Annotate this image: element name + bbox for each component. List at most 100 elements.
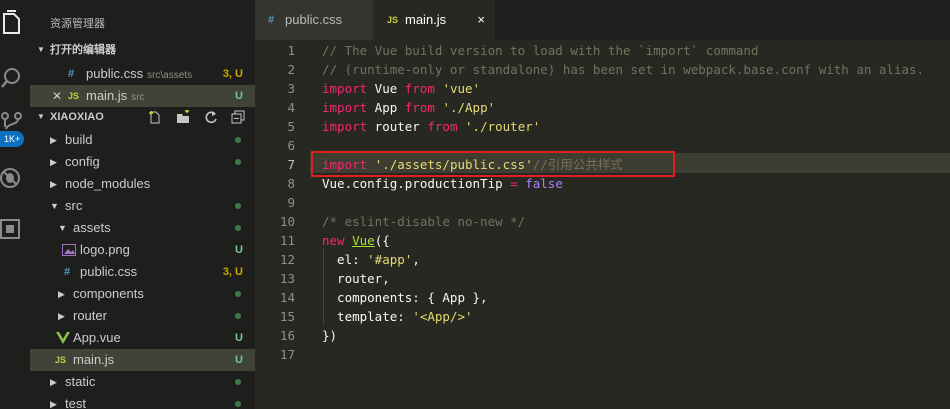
line-number: 16 (279, 328, 295, 343)
chevron-right-icon: ▶ (50, 179, 57, 189)
code-token: router, (322, 271, 390, 286)
code-token: // (runtime-only or standalone) has been… (322, 62, 925, 77)
status-dot (235, 203, 241, 209)
code-token: ({ (374, 233, 390, 248)
code-token: Vue (352, 233, 375, 248)
open-editor-item[interactable]: # public.css src\assets 3, U (30, 63, 255, 85)
code-token: , (412, 252, 420, 267)
tab-public-css[interactable]: # public.css (255, 0, 373, 40)
code-line: new Vue({ (322, 231, 390, 250)
code-line: components: { App }, (322, 288, 488, 307)
tab-main-js[interactable]: JS main.js × (373, 0, 495, 40)
line-number: 13 (279, 271, 295, 286)
line-number: 1 (287, 43, 295, 58)
open-editors-header[interactable]: ▼ 打开的编辑器 (30, 40, 255, 60)
refresh-icon[interactable] (204, 110, 218, 124)
tree-item-main-js[interactable]: JS main.js U (30, 349, 255, 371)
chevron-right-icon: ▶ (50, 135, 57, 145)
code-token: template: (322, 309, 413, 324)
chevron-down-icon: ▼ (37, 45, 45, 54)
line-number: 9 (287, 195, 295, 210)
line-number: 15 (279, 309, 295, 324)
open-editor-name: main.js (86, 88, 128, 103)
search-icon[interactable] (0, 64, 24, 92)
css-file-icon: # (68, 68, 75, 80)
vue-file-icon (56, 327, 70, 349)
code-line: // The Vue build version to load with th… (322, 41, 759, 60)
line-number: 14 (279, 290, 295, 305)
code-line: el: '#app', (322, 250, 420, 269)
close-icon[interactable]: ✕ (52, 85, 62, 107)
git-status: 3, U (222, 266, 243, 278)
line-number: 11 (279, 233, 295, 248)
code-token: './App' (442, 100, 496, 115)
tree-item-components[interactable]: ▶ components (30, 283, 255, 305)
code-line: /* eslint-disable no-new */ (322, 212, 525, 231)
line-number: 2 (287, 62, 295, 77)
tree-item-node-modules[interactable]: ▶ node_modules (30, 173, 255, 195)
collapse-all-icon[interactable] (231, 110, 245, 124)
tree-item-router[interactable]: ▶ router (30, 305, 255, 327)
code-token: new (322, 233, 345, 248)
line-number: 8 (287, 176, 295, 191)
chevron-right-icon: ▶ (58, 311, 65, 321)
code-token: false (525, 176, 563, 191)
tree-item-build[interactable]: ▶ build (30, 129, 255, 151)
tree-item-assets[interactable]: ▼ assets (30, 217, 255, 239)
tree-item-src[interactable]: ▼ src (30, 195, 255, 217)
open-editor-path: src\assets (147, 70, 193, 81)
code-line: import Vue from 'vue' (322, 79, 480, 98)
code-token: Vue (367, 81, 405, 96)
line-number: 17 (279, 347, 295, 362)
new-folder-icon[interactable] (176, 109, 190, 124)
debug-icon[interactable] (0, 164, 24, 192)
js-file-icon: JS (68, 91, 80, 101)
tree-item-test[interactable]: ▶ test (30, 393, 255, 409)
code-token: '#app' (367, 252, 413, 267)
status-dot (235, 401, 241, 407)
tree-item-public-css[interactable]: # public.css 3, U (30, 261, 255, 283)
code-token: from (404, 100, 435, 115)
chevron-down-icon: ▼ (37, 112, 45, 121)
code-token: from (404, 81, 435, 96)
tree-item-config[interactable]: ▶ config (30, 151, 255, 173)
tree-item-logo-png[interactable]: logo.png U (30, 239, 255, 261)
code-line: // (runtime-only or standalone) has been… (322, 60, 924, 79)
status-dot (235, 379, 241, 385)
line-number: 6 (287, 138, 295, 153)
code-token: import (322, 119, 368, 134)
status-dot (235, 313, 241, 319)
code-line: import router from './router' (322, 117, 540, 136)
code-token: import (322, 81, 368, 96)
extensions-icon[interactable] (0, 214, 24, 242)
chevron-right-icon: ▶ (50, 377, 57, 387)
chevron-right-icon: ▶ (50, 157, 57, 167)
close-icon[interactable]: × (477, 0, 485, 40)
code-line: template: '<App/>' (322, 307, 473, 326)
activity-bar: 1K+ (0, 0, 30, 409)
css-file-icon: # (64, 266, 71, 278)
code-line: import App from './App' (322, 98, 495, 117)
code-token: '<App/>' (412, 309, 473, 324)
chevron-down-icon: ▼ (50, 201, 59, 211)
line-number: 10 (279, 214, 295, 229)
code-line: }) (322, 326, 337, 345)
annotation-box (311, 151, 675, 177)
git-status: U (235, 354, 243, 366)
code-editor[interactable]: 1 2 3 4 5 6 7 8 9 10 11 12 13 14 15 16 17 // The Vue bui… (255, 40, 950, 409)
status-dot (235, 225, 241, 231)
project-header[interactable]: ▼ XIAOXIAO (30, 107, 255, 127)
new-file-icon[interactable] (148, 110, 162, 124)
chevron-right-icon: ▶ (58, 289, 65, 299)
open-editor-item[interactable]: ✕ JS main.js src U (30, 85, 255, 107)
tree-item-app-vue[interactable]: App.vue U (30, 327, 255, 349)
scm-count-badge: 1K+ (0, 131, 25, 147)
tree-item-static[interactable]: ▶ static (30, 371, 255, 393)
files-icon[interactable] (0, 10, 24, 38)
js-file-icon: JS (387, 15, 399, 25)
chevron-down-icon: ▼ (58, 223, 67, 233)
code-token: from (427, 119, 458, 134)
image-file-icon (62, 239, 76, 261)
